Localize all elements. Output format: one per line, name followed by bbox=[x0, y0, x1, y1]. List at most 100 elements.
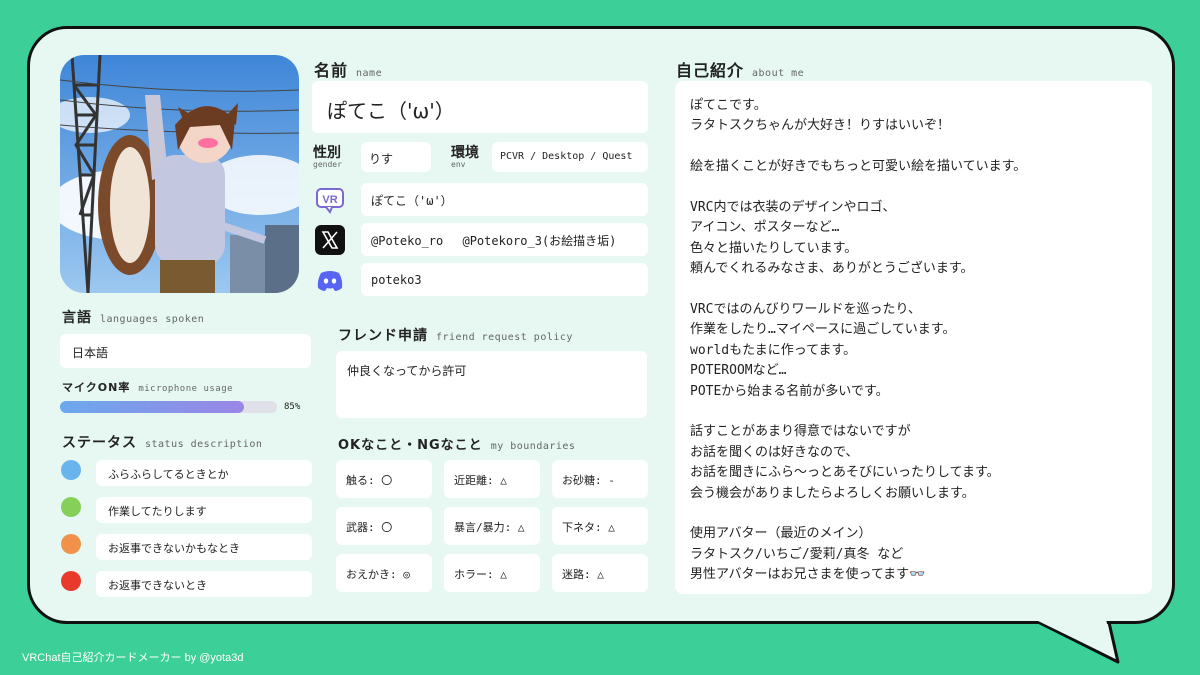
languages-label-sub: languages spoken bbox=[100, 314, 205, 325]
about-line: POTEROOMなど… bbox=[690, 363, 787, 379]
vrchat-account-field: ぽてこ（'ω'） bbox=[361, 183, 648, 216]
env-field: PCVR / Desktop / Quest bbox=[492, 142, 648, 172]
boundary-text: 下ネタ: △ bbox=[562, 521, 615, 534]
env-value: PCVR / Desktop / Quest bbox=[500, 151, 633, 162]
boundary-item: 迷路: △ bbox=[552, 554, 648, 592]
languages-label-text: 言語 bbox=[62, 310, 92, 326]
mic-progress-fill bbox=[60, 401, 245, 413]
status-item-3: お返事できないかもなとき bbox=[96, 534, 312, 560]
avatar-photo bbox=[60, 55, 299, 293]
gender-label: 性別 bbox=[313, 145, 341, 161]
about-line: 話すことがあまり得意ではないですが bbox=[690, 424, 911, 440]
footer-credit: VRChat自己紹介カードメーカー by @yota3d bbox=[22, 652, 244, 664]
env-label: 環境 bbox=[451, 145, 479, 161]
about-line: 使用アバター（最近のメイン） bbox=[690, 526, 872, 542]
name-value: ぽてこ（'ω'） bbox=[327, 99, 455, 123]
friend-label: フレンド申請 friend request policy bbox=[338, 325, 573, 345]
boundary-item: 近距離: △ bbox=[444, 460, 540, 498]
boundaries-label-sub: my boundaries bbox=[490, 441, 576, 452]
name-label-text: 名前 bbox=[314, 61, 349, 80]
discord-account-field: poteko3 bbox=[361, 263, 648, 296]
languages-field: 日本語 bbox=[60, 334, 311, 368]
status-dot-1 bbox=[61, 460, 81, 480]
boundaries-label-text: OKなこと・NGなこと bbox=[338, 438, 483, 453]
boundary-text: お砂糖: - bbox=[562, 474, 615, 487]
about-line: ラタトスクちゃんが大好き！りすはいいぞ！ bbox=[690, 118, 951, 134]
boundary-item: 下ネタ: △ bbox=[552, 507, 648, 545]
boundary-text: 武器: 〇 bbox=[346, 521, 393, 534]
boundary-item: おえかき: ◎ bbox=[336, 554, 432, 592]
about-label-sub: about me bbox=[752, 68, 805, 79]
about-line: VRC内では衣装のデザインやロゴ、 bbox=[690, 200, 896, 215]
about-line: POTEから始まる名前が多いです。 bbox=[690, 383, 889, 399]
friend-label-text: フレンド申請 bbox=[338, 328, 428, 344]
status-text-1: ふらふらしてるときとか bbox=[108, 468, 229, 481]
about-line: worldもたまに作ってます。 bbox=[690, 342, 857, 358]
status-item-2: 作業してたりします bbox=[96, 497, 312, 523]
name-label-sub: name bbox=[356, 68, 383, 79]
friend-policy-value: 仲良くなってから許可 bbox=[347, 364, 467, 378]
about-label-text: 自己紹介 bbox=[676, 61, 745, 80]
about-line: ラタトスク/いちご/愛莉/真冬 など bbox=[690, 546, 904, 562]
env-sub: env bbox=[451, 160, 466, 169]
about-line: 会う機会がありましたらよろしくお願いします。 bbox=[690, 485, 975, 501]
about-line: 作業をしたり…マイペースに過ごしています。 bbox=[690, 322, 956, 338]
about-line: 絵を描くことが好きでもちっと可愛い絵を描いています。 bbox=[690, 159, 1027, 175]
status-text-4: お返事できないとき bbox=[108, 579, 207, 592]
boundary-text: ホラー: △ bbox=[454, 568, 507, 581]
discord-account-value: poteko3 bbox=[371, 273, 422, 287]
mic-progress-track bbox=[60, 401, 277, 413]
name-field: ぽてこ（'ω'） bbox=[312, 81, 648, 133]
boundary-text: 触る: 〇 bbox=[346, 474, 393, 487]
discord-icon bbox=[314, 264, 346, 296]
about-line: お話を聞くのは好きなので、 bbox=[690, 444, 859, 460]
status-label-sub: status description bbox=[145, 439, 263, 450]
boundary-text: 暴言/暴力: △ bbox=[454, 521, 525, 534]
status-text-2: 作業してたりします bbox=[108, 505, 207, 518]
gender-field: りす bbox=[361, 142, 431, 172]
boundaries-label: OKなこと・NGなこと my boundaries bbox=[338, 434, 575, 453]
gender-value: りす bbox=[369, 152, 394, 166]
x-account-value: @Poteko_ro @Potekoro_3(お絵描き垢) bbox=[371, 234, 617, 248]
x-account-field: @Poteko_ro @Potekoro_3(お絵描き垢) bbox=[361, 223, 648, 256]
about-text-box: ぽてこです。ラタトスクちゃんが大好き！りすはいいぞ！ 絵を描くことが好きでもちっと… bbox=[675, 81, 1152, 594]
vrchat-account-value: ぽてこ（'ω'） bbox=[371, 194, 453, 208]
status-dot-2 bbox=[61, 497, 81, 517]
status-label-text: ステータス bbox=[62, 435, 137, 451]
status-item-4: お返事できないとき bbox=[96, 571, 312, 597]
status-text-3: お返事できないかもなとき bbox=[108, 542, 240, 555]
status-dot-3 bbox=[61, 534, 81, 554]
boundary-item: 触る: 〇 bbox=[336, 460, 432, 498]
about-line: アイコン、ポスターなど… bbox=[690, 220, 840, 236]
gender-sub: gender bbox=[313, 160, 342, 169]
boundary-text: おえかき: ◎ bbox=[346, 568, 410, 581]
mic-label-text: マイクON率 bbox=[62, 381, 131, 394]
about-line: VRCではのんびりワールドを巡ったり、 bbox=[690, 302, 921, 317]
boundary-item: 暴言/暴力: △ bbox=[444, 507, 540, 545]
friend-label-sub: friend request policy bbox=[436, 332, 573, 343]
about-line: お話を聞きにふら～っとあそびにいったりしてます。 bbox=[690, 465, 1000, 481]
mic-label: マイクON率 microphone usage bbox=[62, 379, 233, 395]
languages-value: 日本語 bbox=[72, 346, 109, 360]
name-label: 名前 name bbox=[314, 57, 382, 81]
languages-label: 言語 languages spoken bbox=[62, 307, 204, 327]
about-line: 色々と描いたりしています。 bbox=[690, 240, 858, 256]
boundary-text: 迷路: △ bbox=[562, 568, 604, 581]
boundary-item: お砂糖: - bbox=[552, 460, 648, 498]
boundary-item: 武器: 〇 bbox=[336, 507, 432, 545]
about-line: 男性アバターはお兄さまを使ってます👓 bbox=[690, 567, 926, 583]
boundary-text: 近距離: △ bbox=[454, 474, 507, 487]
about-label: 自己紹介 about me bbox=[676, 57, 804, 81]
svg-text:VR: VR bbox=[322, 194, 337, 206]
about-line: 頼んでくれるみなさま、ありがとうございます。 bbox=[690, 261, 974, 277]
mic-percent: 85% bbox=[284, 402, 301, 412]
boundary-item: ホラー: △ bbox=[444, 554, 540, 592]
status-item-1: ふらふらしてるときとか bbox=[96, 460, 312, 486]
x-logo-icon bbox=[314, 224, 346, 256]
status-label: ステータス status description bbox=[62, 432, 262, 452]
vrchat-icon: VR bbox=[314, 184, 346, 216]
about-line: ぽてこです。 bbox=[690, 98, 767, 113]
mic-label-sub: microphone usage bbox=[138, 384, 234, 394]
friend-policy-field: 仲良くなってから許可 bbox=[336, 351, 647, 418]
status-dot-4 bbox=[61, 571, 81, 591]
